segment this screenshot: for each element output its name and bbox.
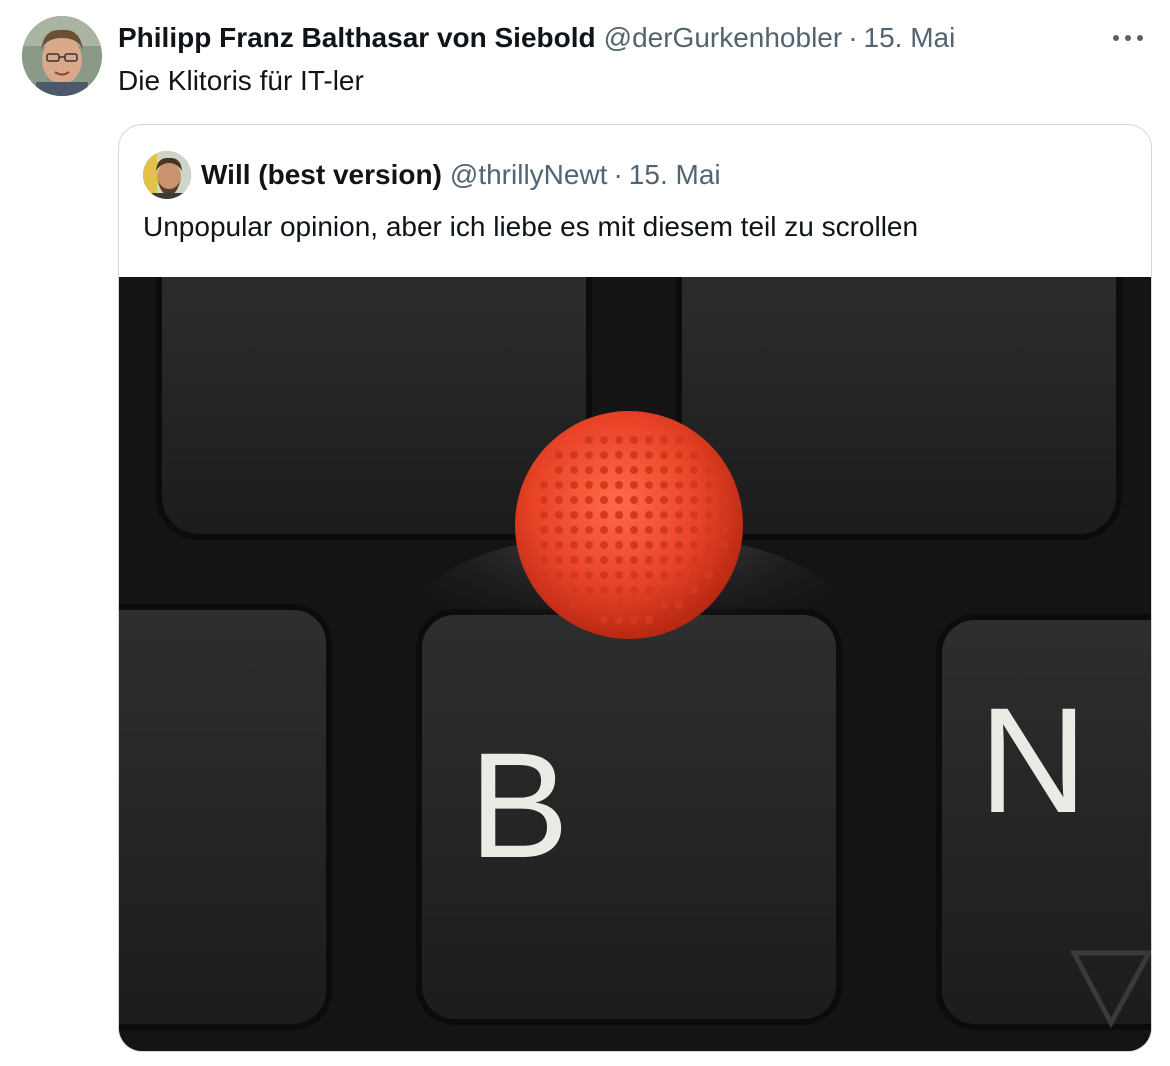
ellipsis-icon — [1113, 35, 1143, 41]
keycap — [676, 277, 1122, 540]
author-handle[interactable]: @derGurkenhobler — [604, 22, 843, 54]
author-avatar[interactable] — [22, 16, 102, 96]
quoted-author-avatar[interactable] — [143, 151, 191, 199]
quoted-tweet-image[interactable]: B N — [119, 277, 1151, 1051]
quoted-tweet-header: Will (best version) @thrillyNewt · 15. M… — [201, 155, 721, 195]
tweet-header: Philipp Franz Balthasar von Siebold @der… — [118, 18, 955, 58]
author-name[interactable]: Philipp Franz Balthasar von Siebold — [118, 22, 596, 54]
tweet-text: Die Klitoris für IT-ler — [118, 65, 364, 96]
quoted-tweet-date[interactable]: 15. Mai — [629, 159, 721, 191]
keycap — [119, 604, 332, 1030]
quoted-author-handle[interactable]: @thrillyNewt — [450, 159, 608, 191]
key-n-label: N — [979, 676, 1087, 844]
tweet-date[interactable]: 15. Mai — [864, 22, 956, 54]
key-b-label: B — [469, 721, 569, 889]
trackpoint — [515, 411, 743, 639]
quoted-tweet-text: Unpopular opinion, aber ich liebe es mit… — [143, 211, 919, 242]
separator-dot: · — [613, 159, 623, 190]
more-options-button[interactable] — [1108, 18, 1148, 58]
tweet: Philipp Franz Balthasar von Siebold @der… — [0, 0, 1170, 1066]
separator-dot: · — [848, 22, 858, 53]
quoted-tweet[interactable]: Will (best version) @thrillyNewt · 15. M… — [118, 124, 1152, 1052]
quoted-author-name[interactable]: Will (best version) — [201, 159, 442, 191]
